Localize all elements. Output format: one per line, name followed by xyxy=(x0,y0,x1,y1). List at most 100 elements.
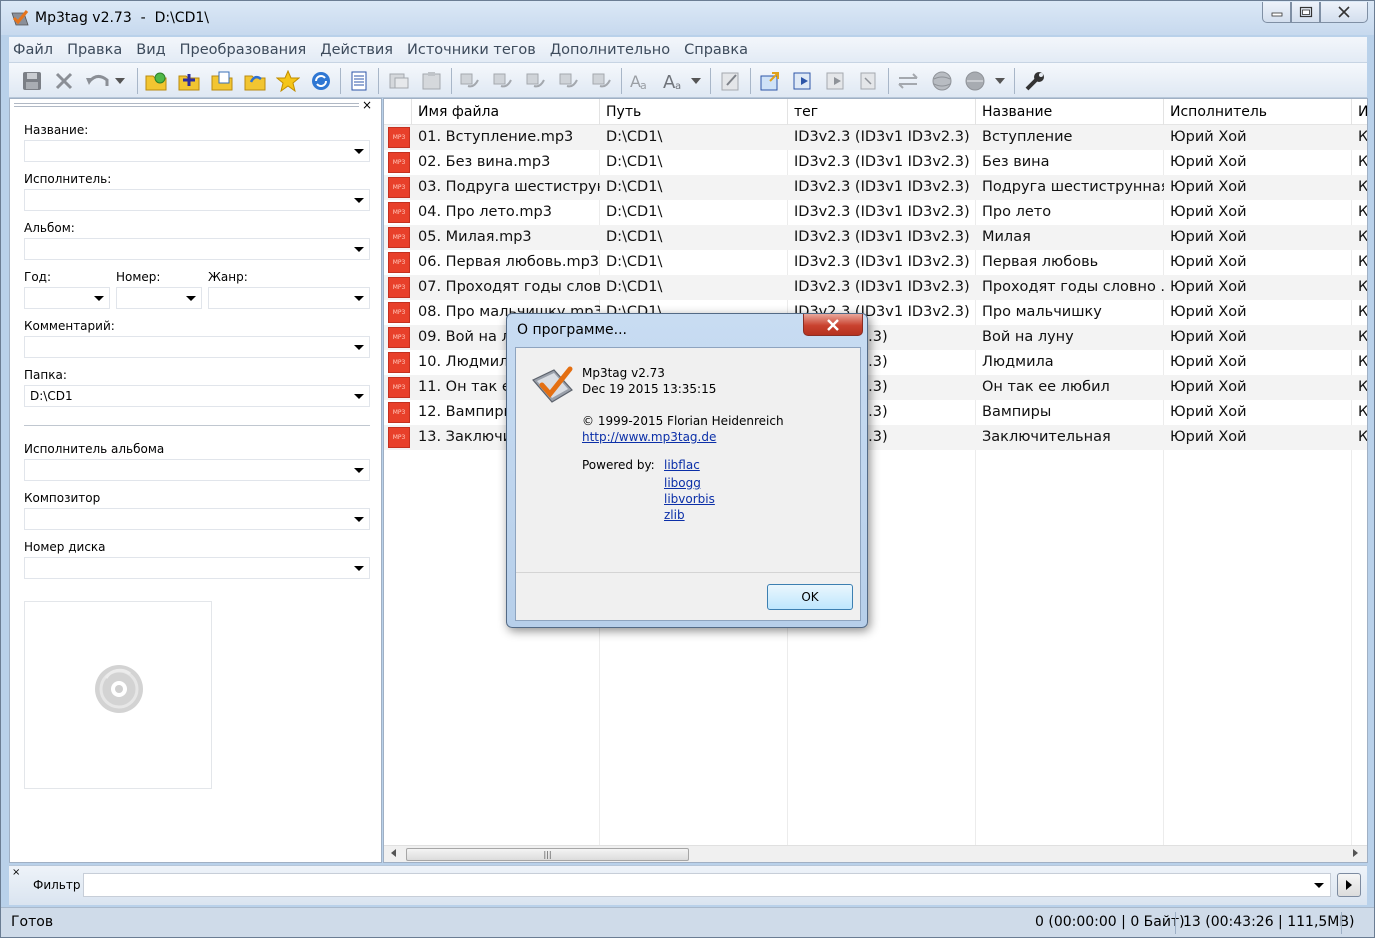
favorite-folders-button[interactable] xyxy=(242,68,268,94)
table-row[interactable]: MP3 06. Первая любовь.mp3 D:\CD1\ ID3v2.3 (… xyxy=(384,250,1367,275)
scroll-right-icon[interactable] xyxy=(1353,849,1358,857)
text-file-tag-button[interactable] xyxy=(556,68,582,94)
close-window-button[interactable] xyxy=(1320,2,1368,23)
filename-filename-button[interactable] xyxy=(523,68,549,94)
copy-tag-button[interactable] xyxy=(386,68,412,94)
sort-button[interactable] xyxy=(856,68,882,94)
tag-sources-button[interactable] xyxy=(962,68,988,94)
panel-grip[interactable] xyxy=(14,103,359,107)
table-row[interactable]: MP3 01. Вступление.mp3 D:\CD1\ ID3v2.3 (ID3… xyxy=(384,125,1367,150)
svg-text:a: a xyxy=(640,79,647,92)
paste-tag-button[interactable] xyxy=(419,68,445,94)
col-icon-header[interactable] xyxy=(384,99,412,125)
menu-help[interactable]: Справка xyxy=(684,42,748,58)
playlist-selected-button[interactable] xyxy=(823,68,849,94)
col-filename-header[interactable]: Имя файла xyxy=(412,99,600,125)
cell-artist: Юрий Хой xyxy=(1170,204,1247,220)
scroll-left-icon[interactable] xyxy=(391,849,396,857)
menu-tag-sources[interactable]: Источники тегов xyxy=(407,42,536,58)
menu-file[interactable]: Файл xyxy=(13,42,53,58)
tag-to-filename-button[interactable] xyxy=(457,68,483,94)
col-extra-header[interactable]: И xyxy=(1352,99,1367,125)
cell-artist: Юрий Хой xyxy=(1170,229,1247,245)
maximize-button[interactable] xyxy=(1291,2,1320,23)
table-row[interactable]: MP3 02. Без вина.mp3 D:\CD1\ ID3v2.3 (ID3v1… xyxy=(384,150,1367,175)
scrollbar-thumb[interactable]: ||| xyxy=(406,848,689,861)
horizontal-scrollbar[interactable]: ||| xyxy=(384,845,1367,862)
web-source-button[interactable] xyxy=(896,68,922,94)
disc-number-combo[interactable] xyxy=(24,557,370,579)
panel-close-button[interactable]: × xyxy=(362,98,372,112)
cell-title: Первая любовь xyxy=(982,254,1099,270)
col-tag-header[interactable]: тег xyxy=(788,99,976,125)
col-artist-header[interactable]: Исполнитель xyxy=(1164,99,1352,125)
menu-extra[interactable]: Дополнительно xyxy=(550,42,670,58)
tag-tag-button[interactable] xyxy=(589,68,615,94)
col-path-header[interactable]: Путь xyxy=(600,99,788,125)
dialog-website-link[interactable]: http://www.mp3tag.de xyxy=(582,430,716,444)
export-button[interactable] xyxy=(757,68,783,94)
favorites-button[interactable] xyxy=(275,68,301,94)
case-dropdown[interactable] xyxy=(689,68,703,94)
ok-button[interactable]: OK xyxy=(767,584,853,610)
cell-title: Вступление xyxy=(982,129,1073,145)
tag-sources-dropdown[interactable] xyxy=(993,68,1007,94)
undo-dropdown[interactable] xyxy=(113,68,127,94)
chevron-down-icon[interactable] xyxy=(1314,883,1324,888)
add-folder-button[interactable] xyxy=(176,68,202,94)
lib-link-libvorbis[interactable]: libvorbis xyxy=(664,492,715,506)
options-button[interactable] xyxy=(1022,68,1048,94)
autonumber-button[interactable]: Aa xyxy=(627,68,653,94)
cell-artist: Юрий Хой xyxy=(1170,379,1247,395)
album-artist-combo[interactable] xyxy=(24,459,370,481)
menu-actions[interactable]: Действия xyxy=(320,42,393,58)
remove-tag-button[interactable] xyxy=(51,68,77,94)
lib-link-libogg[interactable]: libogg xyxy=(664,476,701,490)
tag-panel-button[interactable] xyxy=(346,68,372,94)
export-folder-button[interactable] xyxy=(209,68,235,94)
lib-link-zlib[interactable]: zlib xyxy=(664,508,685,522)
dialog-close-button[interactable] xyxy=(803,314,863,336)
cover-art[interactable] xyxy=(24,601,212,789)
playlist-button[interactable] xyxy=(790,68,816,94)
case-conversion-button[interactable]: Aa xyxy=(660,68,686,94)
composer-combo[interactable] xyxy=(24,508,370,530)
refresh-button[interactable] xyxy=(308,68,334,94)
menu-edit[interactable]: Правка xyxy=(67,42,122,58)
track-combo[interactable] xyxy=(116,287,202,309)
chevron-down-icon xyxy=(94,296,104,301)
undo-button[interactable] xyxy=(85,68,111,94)
mp3-file-icon: MP3 xyxy=(388,377,410,398)
year-combo[interactable] xyxy=(24,287,110,309)
minimize-button[interactable] xyxy=(1262,2,1291,23)
extended-tags-button[interactable] xyxy=(718,68,744,94)
filter-close-button[interactable]: × xyxy=(12,867,20,878)
cell-filename: 05. Милая.mp3 xyxy=(418,229,532,245)
menu-convert[interactable]: Преобразования xyxy=(180,42,307,58)
genre-combo[interactable] xyxy=(208,287,370,309)
status-separator xyxy=(1341,912,1342,934)
track-label: Номер: xyxy=(116,270,161,284)
table-row[interactable]: MP3 04. Про лето.mp3 D:\CD1\ ID3v2.3 (ID3v1… xyxy=(384,200,1367,225)
col-title-header[interactable]: Название xyxy=(976,99,1164,125)
table-row[interactable]: MP3 05. Милая.mp3 D:\CD1\ ID3v2.3 (ID3v1 ID… xyxy=(384,225,1367,250)
cell-path: D:\CD1\ xyxy=(606,154,663,170)
mp3-file-icon: MP3 xyxy=(388,302,410,323)
album-combo[interactable] xyxy=(24,238,370,260)
cd-icon xyxy=(95,665,143,713)
menu-view[interactable]: Вид xyxy=(136,42,165,58)
comment-combo[interactable] xyxy=(24,336,370,358)
title-combo[interactable] xyxy=(24,140,370,162)
table-row[interactable]: MP3 07. Проходят годы слов... D:\CD1\ ID3v2… xyxy=(384,275,1367,300)
filter-apply-button[interactable] xyxy=(1337,873,1361,897)
mp3-file-icon: MP3 xyxy=(388,202,410,223)
artist-combo[interactable] xyxy=(24,189,370,211)
change-folder-button[interactable] xyxy=(143,68,169,94)
lib-link-libflac[interactable]: libflac xyxy=(664,458,700,472)
save-button[interactable] xyxy=(19,68,45,94)
freedb-button[interactable] xyxy=(929,68,955,94)
table-row[interactable]: MP3 03. Подруга шестиструн... D:\CD1\ ID3v2… xyxy=(384,175,1367,200)
filter-input[interactable] xyxy=(83,873,1331,897)
folder-combo[interactable]: D:\CD1 xyxy=(24,385,370,407)
filename-to-tag-button[interactable] xyxy=(490,68,516,94)
